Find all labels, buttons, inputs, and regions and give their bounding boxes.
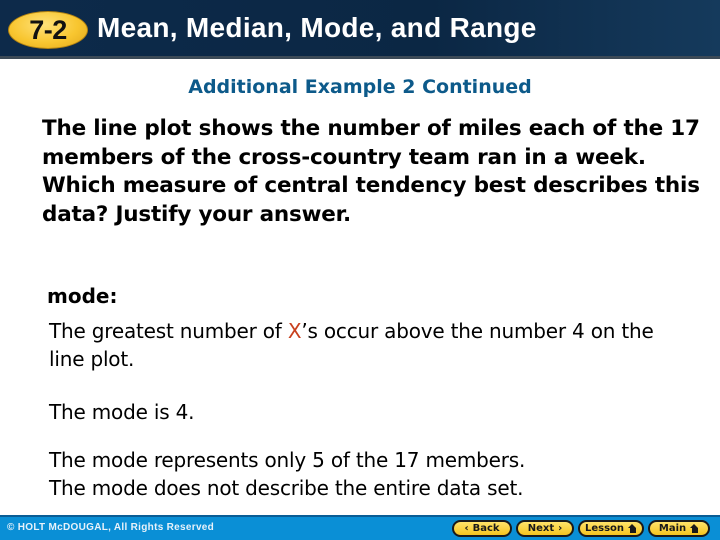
lesson-number: 7-2	[29, 14, 67, 45]
slide-footer: © HOLT McDOUGAL, All Rights Reserved ‹ B…	[0, 515, 720, 540]
question-text: The line plot shows the number of miles …	[42, 116, 700, 227]
explanation-paragraph: The greatest number of X’s occur above t…	[49, 317, 669, 373]
chevron-right-icon: ›	[558, 523, 563, 534]
next-button[interactable]: Next ›	[516, 520, 574, 537]
home-icon	[628, 524, 637, 533]
home-icon	[690, 524, 699, 533]
main-label: Main	[658, 523, 687, 534]
mode-result: The mode is 4.	[49, 400, 195, 424]
answer-label: mode:	[47, 284, 118, 308]
explanation-text-start: The greatest number of	[49, 319, 288, 343]
main-button[interactable]: Main	[648, 520, 710, 537]
conclusion-line-1: The mode represents only 5 of the 17 mem…	[49, 448, 526, 472]
conclusion-paragraph: The mode represents only 5 of the 17 mem…	[49, 446, 709, 502]
back-label: Back	[472, 523, 500, 534]
copyright-notice: © HOLT McDOUGAL, All Rights Reserved	[7, 522, 215, 533]
lesson-button[interactable]: Lesson	[578, 520, 644, 537]
conclusion-line-2: The mode does not describe the entire da…	[49, 476, 524, 500]
slide-title: Mean, Median, Mode, and Range	[97, 12, 537, 43]
highlighted-x: X	[287, 319, 302, 343]
next-label: Next	[527, 523, 555, 534]
chevron-left-icon: ‹	[464, 523, 469, 534]
back-button[interactable]: ‹ Back	[452, 520, 512, 537]
header-divider	[0, 56, 720, 59]
lesson-badge: 7-2	[8, 11, 88, 49]
lesson-label: Lesson	[584, 523, 625, 534]
example-subtitle: Additional Example 2 Continued	[188, 76, 532, 98]
